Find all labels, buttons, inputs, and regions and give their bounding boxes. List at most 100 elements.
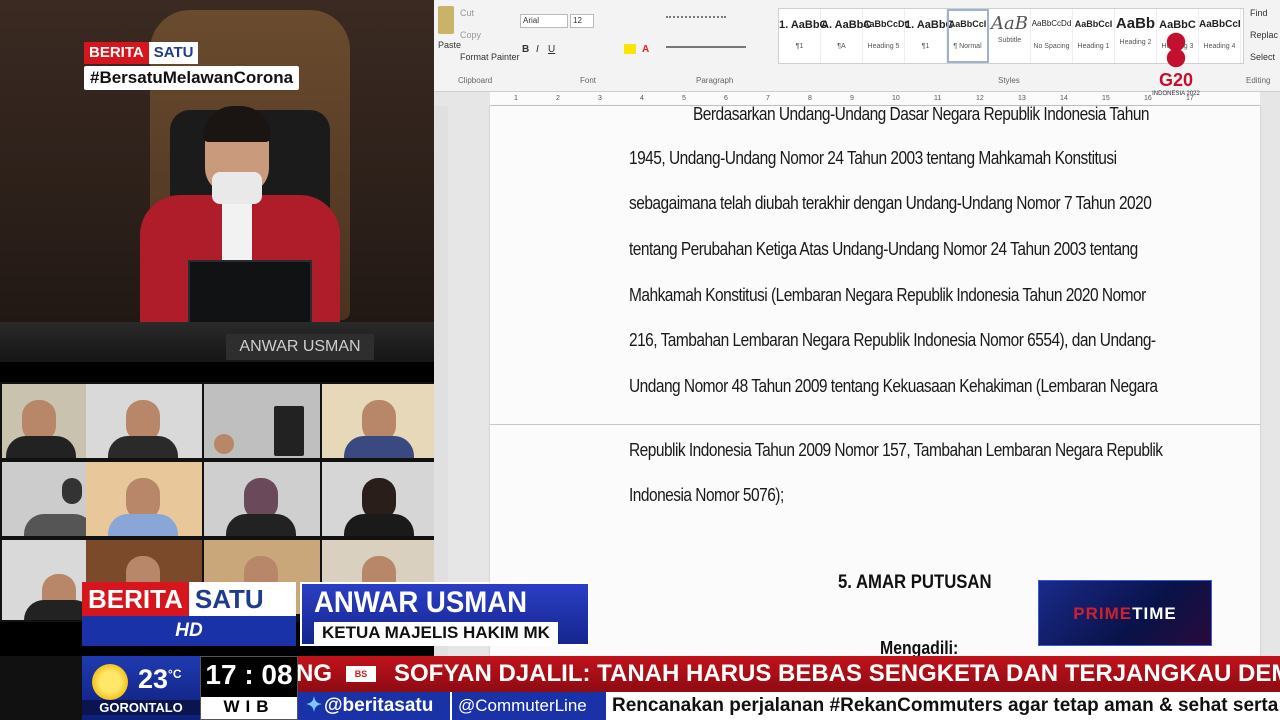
style-item[interactable]: AaBbCcI Heading 1 xyxy=(1073,9,1115,63)
judge-nameplate: ANWAR USMAN xyxy=(226,334,374,360)
document-line: 216, Tambahan Lembaran Negara Republik I… xyxy=(629,330,1156,350)
ruler-tick: 5 xyxy=(682,95,686,102)
campaign-hashtag: #BersatuMelawanCorona xyxy=(84,66,300,90)
channel-logo-part2: SATU xyxy=(188,582,296,616)
document-line: tentang Perubahan Ketiga Atas Undang-Und… xyxy=(629,239,1138,259)
ruler-tick: 14 xyxy=(1060,95,1068,102)
face-mask xyxy=(212,172,262,204)
weather-city: GORONTALO xyxy=(82,700,200,715)
participant-tile[interactable] xyxy=(322,384,436,458)
italic-button[interactable]: I xyxy=(536,44,539,55)
document-page[interactable]: Berdasarkan Undang-Undang Dasar Negara R… xyxy=(490,104,1260,658)
font-color-icon[interactable]: A xyxy=(642,44,649,55)
clock-widget: 17 : 08 WIB xyxy=(200,656,298,720)
styles-group-label: Styles xyxy=(998,76,1020,85)
document-line: Undang Nomor 48 Tahun 2009 tentang Kekua… xyxy=(629,376,1158,396)
lower-third-caption: ANWAR USMAN KETUA MAJELIS HAKIM MK xyxy=(300,582,590,646)
ruler-tick: 8 xyxy=(808,95,812,102)
font-size-select[interactable]: 12 xyxy=(570,14,594,28)
paste-icon[interactable] xyxy=(438,6,454,34)
document-heading: 5. AMAR PUTUSAN xyxy=(838,572,992,593)
speaker-name: ANWAR USMAN xyxy=(314,586,528,619)
clock-time: 17 : 08 xyxy=(205,659,293,690)
document-line: Mahkamah Konstitusi (Lembaran Negara Rep… xyxy=(629,285,1146,305)
twitter-bird-icon: ✦ xyxy=(306,695,322,716)
ruler-tick: 15 xyxy=(1102,95,1110,102)
ruler-tick: 2 xyxy=(556,95,560,102)
ruler-tick: 6 xyxy=(724,95,728,102)
participant-tile[interactable] xyxy=(204,462,320,536)
program-logo: PRIMETIME xyxy=(1038,580,1212,646)
ticker-crawl-text: Rencanakan perjalanan #RekanCommuters ag… xyxy=(612,695,1280,716)
ruler-tick: 10 xyxy=(892,95,900,102)
style-item[interactable]: A. AaBbC ¶A xyxy=(821,9,871,63)
find-button[interactable]: Find xyxy=(1250,8,1268,18)
highlight-color-icon[interactable] xyxy=(624,44,636,54)
alignment-icon[interactable] xyxy=(666,46,746,54)
broadcast-frame: ANWAR USMAN BERITA SATU #BersatuMelawanC… xyxy=(0,0,1280,720)
document-line: Indonesia Nomor 5076); xyxy=(629,485,784,505)
document-line: sebagaimana telah diubah terakhir dengan… xyxy=(629,193,1152,213)
ruler-tick: 9 xyxy=(850,95,854,102)
channel-logo-small: BERITA SATU xyxy=(84,42,199,64)
document-line: Berdasarkan Undang-Undang Dasar Negara R… xyxy=(693,104,1150,124)
document-subheading: Mengadili: xyxy=(880,638,959,658)
document-line: Republik Indonesia Tahun 2009 Nomor 157,… xyxy=(629,440,1163,460)
ticker-previous-fragment: NG xyxy=(298,660,332,687)
underline-button[interactable]: U xyxy=(548,44,555,55)
font-group-label: Font xyxy=(580,76,597,85)
participant-tile[interactable] xyxy=(204,384,320,458)
desk-monitor xyxy=(188,260,312,326)
document-line: 1945, Undang-Undang Nomor 24 Tahun 2003 … xyxy=(629,148,1117,168)
replace-button[interactable]: Replac xyxy=(1250,30,1278,40)
participant-tile[interactable] xyxy=(86,384,202,458)
copy-button[interactable]: Copy xyxy=(460,30,481,40)
ruler-tick: 7 xyxy=(766,95,770,102)
social-handle-twitter: ✦ @beritasatu xyxy=(298,692,450,720)
participant-tile[interactable] xyxy=(86,462,202,536)
clipboard-group-label: Clipboard xyxy=(458,76,493,85)
ticker-logo-icon: BS xyxy=(346,666,376,682)
paragraph-group-label: Paragraph xyxy=(696,76,734,85)
style-item-normal[interactable]: AaBbCcI ¶ Normal xyxy=(947,9,989,63)
participant-tile[interactable] xyxy=(322,462,436,536)
page-break xyxy=(490,424,1260,425)
bullets-icon[interactable] xyxy=(666,16,726,24)
ticker-headline-text: SOFYAN DJALIL: TANAH HARUS BEBAS SENGKET… xyxy=(394,660,1280,687)
ruler-tick: 13 xyxy=(1018,95,1026,102)
clock-timezone: WIB xyxy=(201,697,297,719)
news-ticker-headline: NG BS SOFYAN DJALIL: TANAH HARUS BEBAS S… xyxy=(298,656,1280,692)
format-painter-button[interactable]: Format Painter xyxy=(460,52,520,62)
channel-logo-part1: BERITA xyxy=(82,582,189,616)
news-ticker-crawl: ✦ @beritasatu @CommuterLine Rencanakan pe… xyxy=(298,692,1280,720)
ruler-tick: 1 xyxy=(514,95,518,102)
style-item[interactable]: 1. AaBbC ¶1 xyxy=(779,9,828,63)
vertical-ruler[interactable] xyxy=(434,106,448,658)
bold-button[interactable]: B xyxy=(522,44,529,55)
speaker-title: KETUA MAJELIS HAKIM MK xyxy=(314,622,558,644)
font-name-select[interactable]: Arial xyxy=(520,14,568,28)
main-video-feed: ANWAR USMAN BERITA SATU #BersatuMelawanC… xyxy=(0,0,434,362)
g20-logo: G20 INDONESIA 2022 xyxy=(1150,30,1202,110)
channel-logo-part2: SATU xyxy=(148,42,199,64)
style-item-subtitle[interactable]: AaB Subtitle xyxy=(989,9,1031,63)
ruler-tick: 4 xyxy=(640,95,644,102)
editing-group-label: Editing xyxy=(1246,76,1271,85)
g20-flower-icon xyxy=(1166,30,1186,70)
weather-widget: 23°C GORONTALO xyxy=(82,656,200,720)
style-item[interactable]: AaBbCcDd No Spacing xyxy=(1031,9,1073,63)
channel-logo-large: BERITA SATU xyxy=(82,582,296,616)
hd-badge: HD xyxy=(82,616,296,646)
select-button[interactable]: Select xyxy=(1250,52,1275,62)
ruler-tick: 12 xyxy=(976,95,984,102)
ruler-tick: 11 xyxy=(934,95,942,102)
cut-button[interactable]: Cut xyxy=(460,8,474,18)
sun-icon xyxy=(92,664,128,700)
style-item[interactable]: AaBbCcI Heading 4 xyxy=(1199,9,1241,63)
channel-logo-part1: BERITA xyxy=(84,42,149,64)
style-item[interactable]: AaBbCcDt Heading 5 xyxy=(863,9,908,63)
temperature: 23°C xyxy=(138,664,182,694)
ruler-tick: 3 xyxy=(598,95,602,102)
style-item[interactable]: 1. AaBbC ¶1 xyxy=(905,9,954,63)
paste-button[interactable]: Paste xyxy=(438,40,461,50)
